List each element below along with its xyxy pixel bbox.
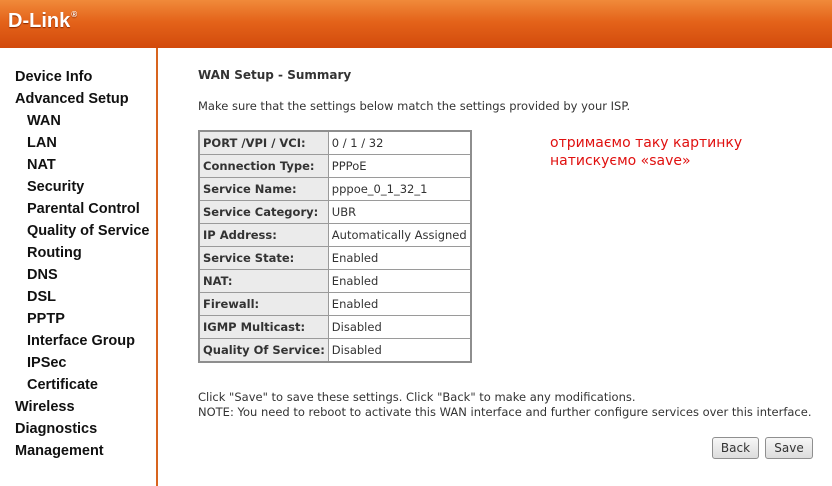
table-row: PORT /VPI / VCI: 0 / 1 / 32: [198, 130, 472, 155]
reboot-note: NOTE: You need to reboot to activate thi…: [198, 405, 812, 419]
annotation-line-2: натискуємо «save»: [550, 153, 691, 169]
header-bar: D-Link®: [0, 0, 832, 48]
table-row: IP Address: Automatically Assigned: [198, 223, 472, 247]
wan-summary-table: PORT /VPI / VCI: 0 / 1 / 32 Connection T…: [198, 130, 472, 363]
row-label: Service Name:: [198, 177, 329, 201]
sidebar-item-lan[interactable]: LAN: [27, 135, 57, 151]
sidebar-item-interface-group[interactable]: Interface Group: [27, 333, 135, 349]
row-value: Automatically Assigned: [327, 223, 472, 247]
sidebar-item-wireless[interactable]: Wireless: [15, 399, 75, 415]
table-row: Service Category: UBR: [198, 200, 472, 224]
row-value: PPPoE: [327, 154, 472, 178]
table-row: Quality Of Service: Disabled: [198, 338, 472, 363]
back-button[interactable]: Back: [712, 437, 759, 459]
row-label: Service State:: [198, 246, 329, 270]
row-label: IGMP Multicast:: [198, 315, 329, 339]
table-row: Firewall: Enabled: [198, 292, 472, 316]
sidebar-item-management[interactable]: Management: [15, 443, 104, 459]
row-label: Connection Type:: [198, 154, 329, 178]
row-label: NAT:: [198, 269, 329, 293]
save-button[interactable]: Save: [765, 437, 813, 459]
row-value: Disabled: [327, 315, 472, 339]
sidebar-item-pptp[interactable]: PPTP: [27, 311, 65, 327]
logo-text: D-Link: [8, 10, 71, 32]
sidebar-item-routing[interactable]: Routing: [27, 245, 82, 261]
sidebar-item-parental-control[interactable]: Parental Control: [27, 201, 140, 217]
sidebar-item-dns[interactable]: DNS: [27, 267, 58, 283]
sidebar-item-wan[interactable]: WAN: [27, 113, 61, 129]
row-value: Enabled: [327, 246, 472, 270]
main-content: WAN Setup - Summary Make sure that the s…: [158, 48, 832, 486]
row-label: IP Address:: [198, 223, 329, 247]
table-row: Service State: Enabled: [198, 246, 472, 270]
row-value: UBR: [327, 200, 472, 224]
table-row: Service Name: pppoe_0_1_32_1: [198, 177, 472, 201]
row-value: Disabled: [327, 338, 472, 363]
logo-registered-mark: ®: [71, 10, 78, 19]
annotation-line-1: отримаємо таку картинку: [550, 135, 743, 151]
sidebar-item-diagnostics[interactable]: Diagnostics: [15, 421, 97, 437]
sidebar-item-advanced-setup[interactable]: Advanced Setup: [15, 91, 129, 107]
sidebar-item-security[interactable]: Security: [27, 179, 84, 195]
row-value: Enabled: [327, 292, 472, 316]
row-label: Service Category:: [198, 200, 329, 224]
intro-text: Make sure that the settings below match …: [198, 99, 631, 113]
dlink-logo: D-Link®: [8, 10, 77, 33]
page-title: WAN Setup - Summary: [198, 68, 352, 82]
row-value: pppoe_0_1_32_1: [327, 177, 472, 201]
sidebar-item-device-info[interactable]: Device Info: [15, 69, 92, 85]
table-row: IGMP Multicast: Disabled: [198, 315, 472, 339]
sidebar: Device Info Advanced Setup WAN LAN NAT S…: [0, 48, 158, 486]
row-value: 0 / 1 / 32: [327, 130, 472, 155]
table-row: Connection Type: PPPoE: [198, 154, 472, 178]
sidebar-item-quality-of-service[interactable]: Quality of Service: [27, 223, 150, 239]
row-label: Quality Of Service:: [198, 338, 329, 363]
row-value: Enabled: [327, 269, 472, 293]
sidebar-item-ipsec[interactable]: IPSec: [27, 355, 67, 371]
row-label: PORT /VPI / VCI:: [198, 130, 329, 155]
sidebar-item-certificate[interactable]: Certificate: [27, 377, 98, 393]
sidebar-item-dsl[interactable]: DSL: [27, 289, 56, 305]
sidebar-item-nat[interactable]: NAT: [27, 157, 56, 173]
table-row: NAT: Enabled: [198, 269, 472, 293]
save-instructions: Click "Save" to save these settings. Cli…: [198, 390, 636, 404]
annotation-note: отримаємо таку картинку натискуємо «save…: [550, 134, 742, 170]
row-label: Firewall:: [198, 292, 329, 316]
